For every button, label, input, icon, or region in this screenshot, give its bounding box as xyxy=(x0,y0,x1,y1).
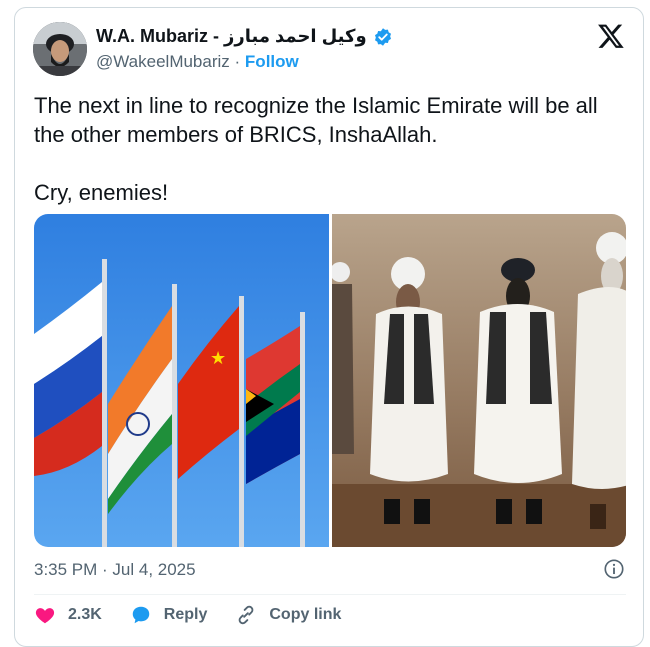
delegation-photo[interactable] xyxy=(332,214,626,547)
tweet-text-line: Cry, enemies! xyxy=(34,180,169,205)
follow-button[interactable]: Follow xyxy=(245,52,299,71)
avatar[interactable] xyxy=(33,22,87,76)
like-button[interactable]: 2.3K xyxy=(34,604,102,626)
copy-link-button[interactable]: Copy link xyxy=(235,604,341,626)
reply-bubble-icon xyxy=(132,606,150,624)
flags-photo[interactable]: ★ xyxy=(34,214,329,547)
avatar-image xyxy=(33,22,87,76)
copy-link-label: Copy link xyxy=(269,606,342,623)
info-icon[interactable] xyxy=(603,558,625,580)
tweet-text-line: The next in line to recognize the Islami… xyxy=(34,93,598,147)
reply-button[interactable]: Reply xyxy=(130,604,208,626)
author-name[interactable]: W.A. Mubariz - وکیل احمد مبارز xyxy=(96,26,367,47)
page: W.A. Mubariz - وکیل احمد مبارز @WakeelMu… xyxy=(0,0,650,647)
author-handle[interactable]: @WakeelMubariz xyxy=(96,52,230,71)
author-name-row[interactable]: W.A. Mubariz - وکیل احمد مبارز xyxy=(96,26,393,47)
tweet-timestamp[interactable]: 3:35 PM · Jul 4, 2025 xyxy=(34,560,196,580)
link-icon xyxy=(239,605,254,625)
delegation-image xyxy=(332,214,626,547)
tweet-text: The next in line to recognize the Islami… xyxy=(34,91,634,207)
svg-text:★: ★ xyxy=(210,348,226,369)
divider xyxy=(34,594,626,595)
handle-separator: · xyxy=(234,52,241,71)
action-bar: 2.3K Reply Copy link xyxy=(34,604,341,626)
tweet-media: ★ xyxy=(34,214,626,547)
verified-badge-icon xyxy=(374,27,391,46)
reply-label: Reply xyxy=(163,606,208,623)
author-handle-row: @WakeelMubariz · Follow xyxy=(96,52,299,72)
heart-icon xyxy=(35,608,55,624)
x-logo-icon[interactable] xyxy=(597,22,625,50)
brics-flags-image: ★ xyxy=(34,214,329,547)
like-count: 2.3K xyxy=(68,606,102,623)
